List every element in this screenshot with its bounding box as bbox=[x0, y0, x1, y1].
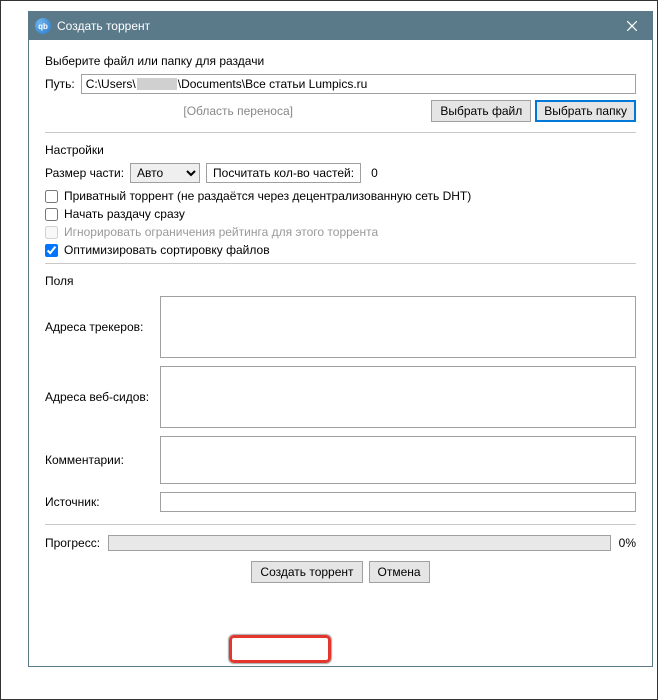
optimize-sort-checkbox[interactable] bbox=[45, 244, 58, 257]
file-section-heading: Выберите файл или папку для раздачи bbox=[45, 54, 636, 68]
divider bbox=[45, 263, 636, 264]
ignore-ratio-label: Игнорировать ограничения рейтинга для эт… bbox=[64, 225, 378, 239]
window-title: Создать торрент bbox=[57, 19, 612, 33]
webseeds-label: Адреса веб-сидов: bbox=[45, 390, 150, 404]
redacted-username bbox=[137, 78, 177, 90]
drop-area-hint[interactable]: [Область переноса] bbox=[45, 100, 431, 122]
path-label: Путь: bbox=[45, 77, 75, 91]
select-folder-button[interactable]: Выбрать папку bbox=[535, 100, 636, 122]
optimize-sort-label: Оптимизировать сортировку файлов bbox=[64, 243, 270, 257]
private-torrent-checkbox[interactable] bbox=[45, 190, 58, 203]
source-label: Источник: bbox=[45, 495, 150, 509]
titlebar: qb Создать торрент bbox=[29, 12, 652, 40]
path-input[interactable]: C:\Users\ \Documents\Все статьи Lumpics.r… bbox=[81, 74, 636, 94]
comments-label: Комментарии: bbox=[45, 453, 150, 467]
piece-count-value: 0 bbox=[371, 166, 378, 180]
count-pieces-button[interactable]: Посчитать кол-во частей: bbox=[206, 163, 361, 183]
divider bbox=[45, 524, 636, 525]
create-torrent-button[interactable]: Создать торрент bbox=[251, 561, 362, 583]
path-value-suffix: \Documents\Все статьи Lumpics.ru bbox=[178, 77, 368, 91]
close-icon bbox=[627, 21, 637, 31]
app-icon: qb bbox=[35, 18, 51, 34]
start-seeding-checkbox[interactable] bbox=[45, 208, 58, 221]
trackers-label: Адреса трекеров: bbox=[45, 320, 150, 334]
select-file-button[interactable]: Выбрать файл bbox=[431, 100, 531, 122]
comments-textarea[interactable] bbox=[160, 436, 636, 484]
trackers-textarea[interactable] bbox=[160, 296, 636, 358]
piece-size-select[interactable]: Авто bbox=[130, 163, 200, 183]
fields-heading: Поля bbox=[45, 274, 636, 288]
dialog-window: qb Создать торрент Выберите файл или пап… bbox=[28, 11, 653, 667]
private-torrent-label: Приватный торрент (не раздаётся через де… bbox=[64, 189, 471, 203]
progress-bar bbox=[108, 535, 611, 551]
divider bbox=[45, 132, 636, 133]
cancel-button[interactable]: Отмена bbox=[369, 561, 430, 583]
close-button[interactable] bbox=[612, 12, 652, 40]
progress-label: Прогресс: bbox=[45, 536, 100, 550]
piece-size-label: Размер части: bbox=[45, 166, 124, 180]
path-value-prefix: C:\Users\ bbox=[86, 77, 136, 91]
webseeds-textarea[interactable] bbox=[160, 366, 636, 428]
progress-percent: 0% bbox=[619, 536, 636, 550]
settings-heading: Настройки bbox=[45, 143, 636, 157]
source-input[interactable] bbox=[160, 492, 636, 512]
start-seeding-label: Начать раздачу сразу bbox=[64, 207, 185, 221]
ignore-ratio-checkbox bbox=[45, 226, 58, 239]
